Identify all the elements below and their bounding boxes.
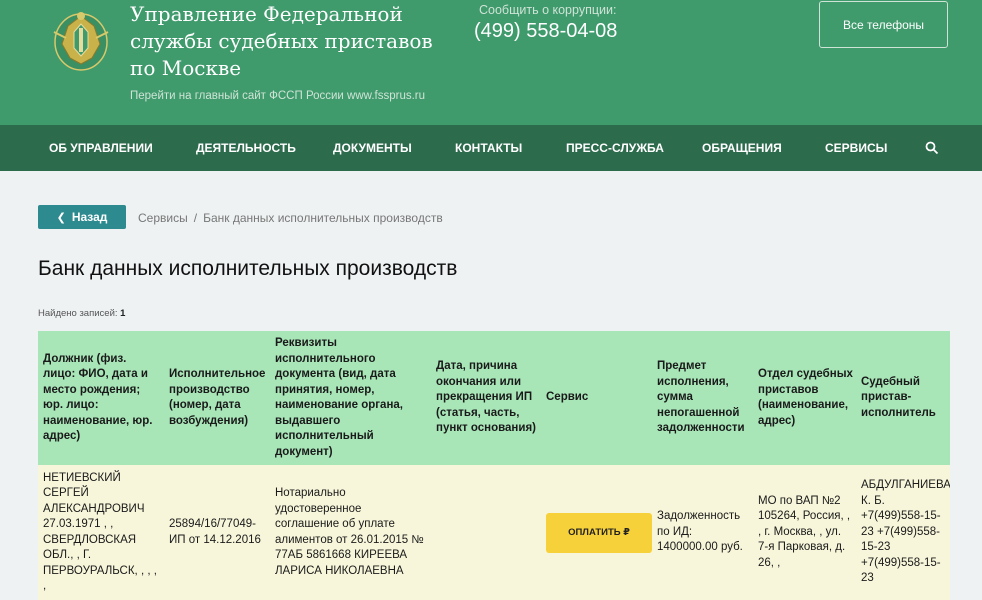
breadcrumb-item-current: Банк данных исполнительных производств bbox=[203, 211, 443, 225]
col-header-debtor: Должник (физ. лицо: ФИО, дата и место ро… bbox=[43, 352, 153, 443]
breadcrumb-separator: / bbox=[193, 211, 198, 225]
col-header-document: Реквизиты исполнительного документа (вид… bbox=[275, 337, 403, 458]
results-table: Должник (физ. лицо: ФИО, дата и место ро… bbox=[38, 331, 950, 600]
records-count: 1 bbox=[120, 308, 126, 319]
cell-proceeding: 25894/16/77049-ИП от 14.12.2016 bbox=[169, 518, 261, 546]
results-table-wrap: Должник (физ. лицо: ФИО, дата и место ро… bbox=[38, 331, 950, 600]
col-header-end-info: Дата, причина окончания или прекращения … bbox=[436, 360, 536, 435]
cell-department: МО по ВАП №2 105264, Россия, , , г. Моск… bbox=[758, 494, 851, 569]
page-title: Банк данных исполнительных производств bbox=[38, 257, 458, 280]
cell-subject: Задолженность по ИД: 1400000.00 руб. bbox=[657, 510, 743, 554]
org-title[interactable]: Управление Федеральной службы судебных п… bbox=[130, 1, 460, 82]
col-header-bailiff: Судебный пристав-исполнитель bbox=[861, 375, 936, 419]
breadcrumb: Сервисы / Банк данных исполнительных произ… bbox=[138, 211, 443, 225]
col-header-proceeding: Исполнительное производство (номер, дата… bbox=[169, 368, 266, 427]
cell-debtor: НЕТИЕВСКИЙ СЕРГЕЙ АЛЕКСАНДРОВИЧ 27.03.19… bbox=[43, 471, 157, 593]
search-icon[interactable] bbox=[925, 141, 939, 155]
nav-item-services[interactable]: СЕРВИСЫ bbox=[825, 125, 887, 171]
nav-item-press[interactable]: ПРЕСС-СЛУЖБА bbox=[566, 125, 664, 171]
site-header: Управление Федеральной службы судебных п… bbox=[0, 0, 982, 125]
corruption-phone[interactable]: (499) 558-04-08 bbox=[474, 20, 617, 43]
fssp-emblem-icon[interactable] bbox=[48, 2, 114, 72]
back-button-label: Назад bbox=[71, 210, 108, 224]
cell-service: ОПЛАТИТЬ ₽ bbox=[541, 465, 652, 600]
main-nav: ОБ УПРАВЛЕНИИ ДЕЯТЕЛЬНОСТЬ ДОКУМЕНТЫ КОН… bbox=[0, 125, 982, 171]
nav-item-appeals[interactable]: ОБРАЩЕНИЯ bbox=[702, 125, 782, 171]
pay-button[interactable]: ОПЛАТИТЬ ₽ bbox=[546, 512, 652, 553]
main-site-link[interactable]: Перейти на главный сайт ФССП России www.… bbox=[130, 90, 425, 102]
col-header-department: Отдел судебных приставов (наименование, … bbox=[758, 368, 853, 427]
table-header-row: Должник (физ. лицо: ФИО, дата и место ро… bbox=[38, 331, 950, 465]
col-header-service: Сервис bbox=[546, 391, 589, 404]
chevron-left-icon: ❮ bbox=[56, 211, 66, 224]
records-label: Найдено записей: bbox=[38, 308, 118, 319]
nav-item-contacts[interactable]: КОНТАКТЫ bbox=[455, 125, 522, 171]
back-button[interactable]: ❮ Назад bbox=[38, 205, 126, 229]
breadcrumb-item-services[interactable]: Сервисы bbox=[138, 211, 188, 225]
cell-bailiff: АБДУЛГАНИЕВА К. Б. +7(499)558-15-23 +7(4… bbox=[861, 479, 950, 585]
nav-item-documents[interactable]: ДОКУМЕНТЫ bbox=[333, 125, 412, 171]
cell-end-info bbox=[431, 465, 541, 600]
col-header-subject: Предмет исполнения, сумма непогашенной з… bbox=[657, 360, 745, 435]
table-row: НЕТИЕВСКИЙ СЕРГЕЙ АЛЕКСАНДРОВИЧ 27.03.19… bbox=[38, 465, 950, 600]
corruption-label: Сообщить о коррупции: bbox=[479, 3, 617, 17]
nav-item-activity[interactable]: ДЕЯТЕЛЬНОСТЬ bbox=[196, 125, 296, 171]
nav-item-about[interactable]: ОБ УПРАВЛЕНИИ bbox=[49, 125, 153, 171]
cell-document: Нотариально удостоверенное соглашение об… bbox=[275, 487, 424, 577]
all-phones-button[interactable]: Все телефоны bbox=[819, 1, 948, 48]
records-found: Найдено записей: 1 bbox=[38, 308, 125, 319]
